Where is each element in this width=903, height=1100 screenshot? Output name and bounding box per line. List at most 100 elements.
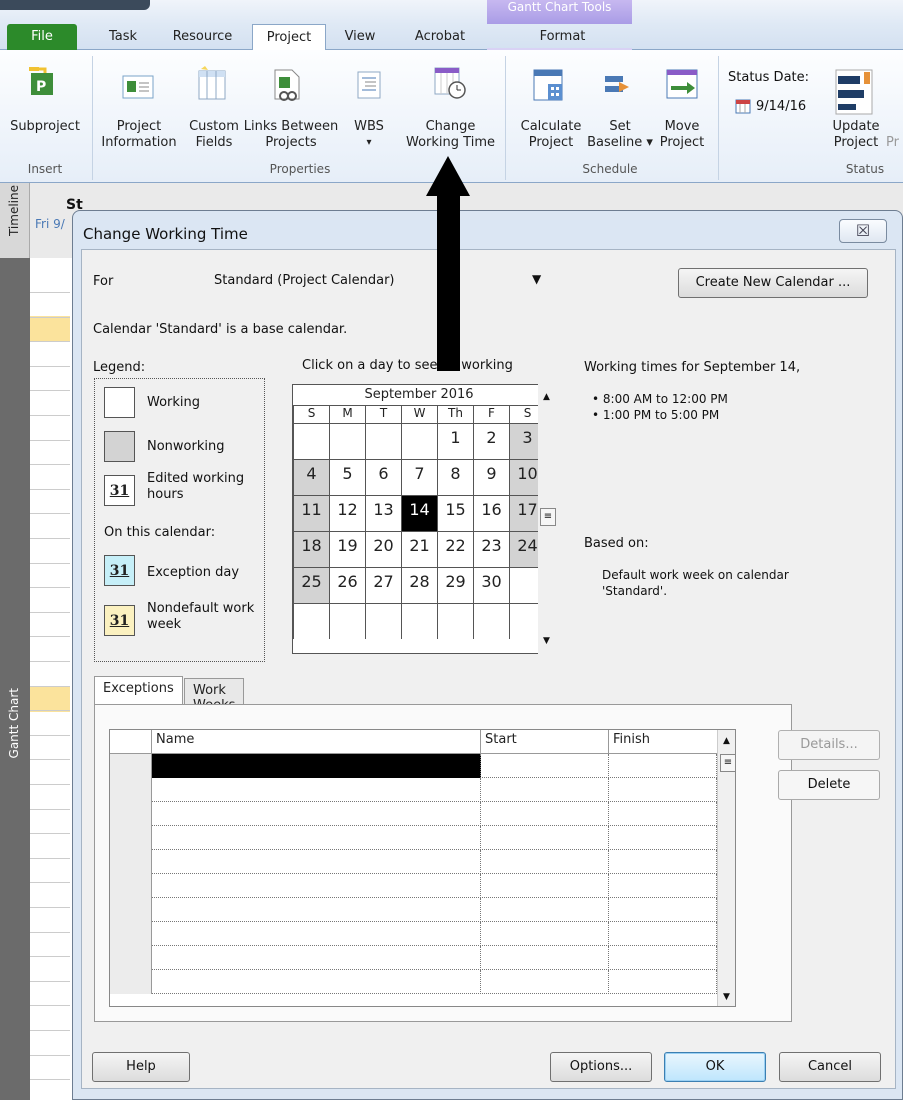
table-cell[interactable] [609, 850, 717, 874]
tab-acrobat[interactable]: Acrobat [400, 24, 480, 50]
table-cell[interactable] [609, 922, 717, 946]
subproject-button[interactable]: Subproject [5, 119, 85, 135]
tab-file[interactable]: File [7, 24, 77, 50]
table-cell[interactable] [152, 946, 481, 970]
table-cell[interactable] [481, 778, 609, 802]
move-project-button[interactable]: Move Project [656, 119, 708, 151]
row-header[interactable] [110, 874, 152, 898]
scroll-up-icon[interactable]: ▲ [543, 392, 550, 402]
status-date-value[interactable]: 9/14/16 [756, 99, 806, 114]
calendar-day[interactable] [329, 423, 365, 459]
table-row[interactable] [110, 850, 735, 874]
links-between-projects-button[interactable]: Links Between Projects [243, 119, 339, 151]
scroll-down-icon[interactable]: ▼ [723, 992, 730, 1002]
calendar-day[interactable] [293, 423, 329, 459]
calendar-day[interactable]: 29 [437, 567, 473, 603]
row-header[interactable] [110, 802, 152, 826]
calendar-day[interactable]: 14 [401, 495, 437, 531]
table-cell[interactable] [152, 778, 481, 802]
table-cell[interactable] [481, 946, 609, 970]
table-row[interactable] [110, 874, 735, 898]
row-header[interactable] [110, 970, 152, 994]
calendar-day[interactable] [437, 603, 473, 639]
tab-task[interactable]: Task [98, 24, 148, 50]
month-calendar[interactable]: September 2016 S M T W Th F S 1 2 3 4 5 6 7 8 9 10 11 12 13… [292, 384, 545, 654]
calendar-scrollbar[interactable]: ▲ ≡ ▼ [538, 384, 558, 654]
calendar-day[interactable] [329, 603, 365, 639]
table-row[interactable] [110, 802, 735, 826]
tab-work-weeks[interactable]: Work Weeks [184, 678, 245, 713]
table-cell[interactable] [609, 970, 717, 994]
update-project-button[interactable]: Update Project [826, 119, 886, 151]
calendar-day[interactable] [401, 423, 437, 459]
table-cell[interactable] [609, 778, 717, 802]
calendar-day[interactable]: 28 [401, 567, 437, 603]
calendar-select[interactable]: Standard (Project Calendar) ▼ [206, 266, 556, 296]
calendar-day[interactable]: 27 [365, 567, 401, 603]
calendar-day[interactable]: 13 [365, 495, 401, 531]
scroll-up-icon[interactable]: ▲ [723, 736, 730, 746]
close-icon[interactable]: ☒ [839, 219, 887, 243]
table-row[interactable] [110, 754, 735, 778]
tab-resource[interactable]: Resource [160, 24, 245, 50]
table-cell[interactable] [152, 898, 481, 922]
calendar-day[interactable]: 11 [293, 495, 329, 531]
calendar-day[interactable]: 5 [329, 459, 365, 495]
options-button[interactable]: Options... [550, 1052, 652, 1082]
project-information-button[interactable]: Project Information [100, 119, 178, 151]
calendar-day[interactable]: 2 [473, 423, 509, 459]
wbs-button[interactable]: WBS ▾ [344, 119, 394, 151]
calendar-day[interactable]: 19 [329, 531, 365, 567]
calendar-day[interactable]: 1 [437, 423, 473, 459]
table-row[interactable] [110, 922, 735, 946]
column-header-start[interactable]: Start [481, 730, 609, 754]
calendar-day[interactable]: 23 [473, 531, 509, 567]
row-header[interactable] [110, 922, 152, 946]
table-row[interactable] [110, 946, 735, 970]
change-working-time-button[interactable]: Change Working Time [403, 119, 498, 151]
column-header-name[interactable]: Name [152, 730, 481, 754]
table-cell[interactable] [152, 922, 481, 946]
table-cell[interactable] [609, 826, 717, 850]
calendar-day[interactable]: 21 [401, 531, 437, 567]
row-header[interactable] [110, 778, 152, 802]
row-header[interactable] [110, 850, 152, 874]
cancel-button[interactable]: Cancel [779, 1052, 881, 1082]
scroll-thumb-icon[interactable]: ≡ [720, 754, 735, 772]
gantt-sidebar[interactable]: Gantt Chart [0, 258, 30, 1100]
calendar-day[interactable]: 30 [473, 567, 509, 603]
calendar-day[interactable]: 18 [293, 531, 329, 567]
table-cell[interactable] [152, 874, 481, 898]
row-header[interactable] [110, 826, 152, 850]
table-cell[interactable] [609, 946, 717, 970]
table-cell[interactable] [609, 754, 717, 778]
calendar-day[interactable]: 6 [365, 459, 401, 495]
table-cell[interactable] [152, 802, 481, 826]
calendar-day[interactable]: 9 [473, 459, 509, 495]
tab-project[interactable]: Project [252, 24, 326, 51]
table-cell[interactable] [481, 754, 609, 778]
calendar-day[interactable]: 15 [437, 495, 473, 531]
calendar-day[interactable]: 7 [401, 459, 437, 495]
table-cell[interactable] [152, 850, 481, 874]
tab-exceptions[interactable]: Exceptions [94, 676, 183, 704]
scroll-down-icon[interactable]: ▼ [543, 636, 550, 646]
calendar-day[interactable]: 16 [473, 495, 509, 531]
table-row[interactable] [110, 970, 735, 994]
table-row[interactable] [110, 778, 735, 802]
calendar-day[interactable] [401, 603, 437, 639]
row-header[interactable] [110, 946, 152, 970]
calendar-day[interactable]: 22 [437, 531, 473, 567]
row-header[interactable] [110, 754, 152, 778]
table-row[interactable] [110, 826, 735, 850]
calendar-day[interactable]: 26 [329, 567, 365, 603]
table-cell[interactable] [152, 970, 481, 994]
table-cell[interactable] [609, 874, 717, 898]
tab-view[interactable]: View [335, 24, 385, 50]
calendar-day[interactable]: 20 [365, 531, 401, 567]
table-cell[interactable] [152, 826, 481, 850]
calendar-day[interactable] [293, 603, 329, 639]
set-baseline-button[interactable]: Set Baseline ▾ [582, 119, 658, 151]
column-header-finish[interactable]: Finish [609, 730, 725, 754]
tab-format[interactable]: Format [525, 24, 600, 50]
